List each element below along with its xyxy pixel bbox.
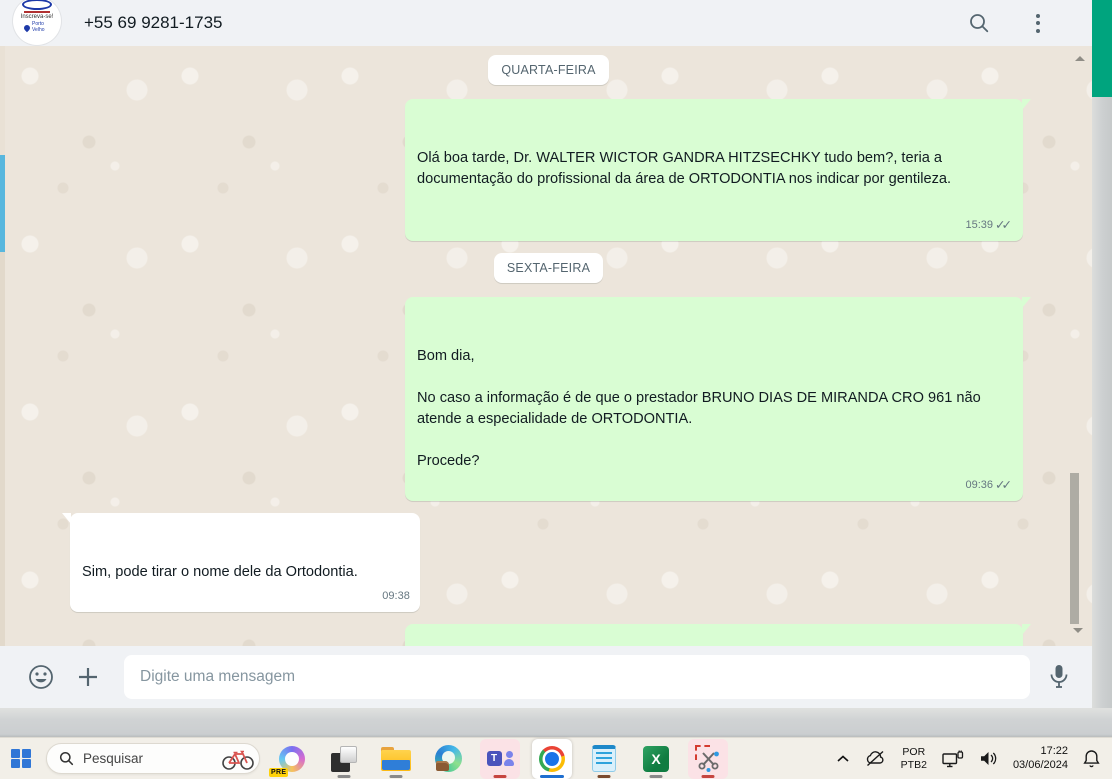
- tray-chevron-up-icon[interactable]: [836, 754, 850, 763]
- message-time: 09:36: [965, 479, 994, 491]
- left-edge-blue-segment: [0, 155, 5, 252]
- header-actions: [968, 12, 1092, 35]
- menu-kebab-icon[interactable]: [1030, 12, 1046, 35]
- bubble-tail: [1022, 624, 1031, 635]
- tray-time: 17:22: [1040, 745, 1068, 757]
- background-window-left-edge: [0, 46, 5, 646]
- search-highlight-bicycle-image[interactable]: [220, 747, 256, 771]
- emoji-icon[interactable]: [28, 664, 54, 690]
- search-icon: [59, 751, 74, 766]
- scrollbar-up-arrow[interactable]: [1075, 56, 1085, 61]
- bubble-tail: [1022, 99, 1031, 110]
- onedrive-paused-icon[interactable]: [865, 750, 886, 767]
- file-explorer-icon[interactable]: [376, 739, 416, 779]
- running-indicator: [597, 774, 611, 778]
- message-input[interactable]: [124, 655, 1030, 699]
- whatsapp-desktop-screen: Inscreva-se! Porto Velho +55 69 9281-173…: [0, 0, 1112, 779]
- background-window-green-edge: [1092, 0, 1112, 97]
- notepad-logo-icon: [592, 745, 616, 772]
- message-meta: 09:36 ✓✓: [966, 475, 1013, 496]
- language-line1: POR: [902, 746, 926, 758]
- attach-plus-icon[interactable]: [76, 665, 100, 689]
- language-indicator[interactable]: POR PTB2: [901, 746, 927, 771]
- avatar-location: Porto Velho: [22, 21, 50, 33]
- chrome-logo-icon: [539, 745, 565, 772]
- running-indicator: [337, 774, 351, 778]
- windows-taskbar: Pesquisar PRE T X POR PTB2 17:22 03/06/2…: [0, 737, 1112, 779]
- attention-indicator: [493, 774, 507, 778]
- language-line2: PTB2: [900, 758, 927, 771]
- message-meta: 09:38: [382, 586, 410, 607]
- message-time: 09:38: [382, 590, 410, 602]
- background-window-right-edge: [1090, 97, 1112, 708]
- avatar-caption: Inscreva-se!: [20, 14, 54, 20]
- excel-logo-icon: X: [643, 745, 669, 772]
- chat-message-area[interactable]: QUARTA-FEIRA Olá boa tarde, Dr. WALTER W…: [5, 46, 1092, 646]
- edge-logo-icon: [434, 745, 462, 772]
- microphone-icon[interactable]: [1048, 663, 1070, 691]
- start-button[interactable]: [4, 742, 38, 776]
- search-icon[interactable]: [968, 12, 990, 34]
- incoming-message-bubble[interactable]: Sim, pode tirar o nome dele da Ortodonti…: [62, 513, 420, 612]
- desktop-gap: [0, 708, 1112, 737]
- notifications-bell-icon[interactable]: [1083, 749, 1100, 768]
- message-composer-bar: [0, 646, 1092, 708]
- contact-phone-number[interactable]: +55 69 9281-1735: [84, 13, 223, 33]
- delivered-ticks-icon: ✓✓: [995, 218, 1012, 232]
- edge-browser-icon[interactable]: [428, 739, 468, 779]
- folder-icon: [381, 746, 411, 771]
- notepad-icon[interactable]: [584, 739, 624, 779]
- bubble-tail: [1022, 297, 1031, 308]
- contact-avatar[interactable]: Inscreva-se! Porto Velho: [13, 0, 61, 45]
- clock-and-date[interactable]: 17:22 03/06/2024: [1013, 745, 1068, 772]
- taskbar-app-icons: PRE T X: [269, 738, 728, 779]
- outgoing-message-bubble[interactable]: Bom dia, No caso a informação é de que o…: [405, 297, 1031, 501]
- location-pin-icon: [22, 23, 32, 32]
- message-time: 15:39: [965, 219, 994, 231]
- display-connect-icon[interactable]: [942, 750, 964, 768]
- scrollbar-thumb[interactable]: [1070, 473, 1079, 624]
- desktops-app-icon[interactable]: [324, 739, 364, 779]
- scrollbar-down-arrow[interactable]: [1073, 628, 1083, 633]
- avatar-logo-bar: [24, 11, 50, 13]
- attention-indicator: [701, 774, 715, 778]
- search-label: Pesquisar: [83, 751, 144, 766]
- excel-icon[interactable]: X: [636, 739, 676, 779]
- outgoing-message-bubble[interactable]: Poderia nos informar o motivo, haja vist…: [405, 624, 1031, 646]
- tray-date: 03/06/2024: [1012, 758, 1068, 771]
- teams-logo-icon: T: [486, 751, 514, 766]
- date-chip-friday: SEXTA-FEIRA: [493, 253, 604, 283]
- snipping-tool-icon[interactable]: [688, 738, 728, 779]
- chrome-icon[interactable]: [532, 738, 572, 779]
- running-indicator: [389, 774, 403, 778]
- scissors-icon: [694, 745, 722, 772]
- message-text: Bom dia, No caso a informação é de que o…: [417, 348, 981, 469]
- system-tray: POR PTB2 17:22 03/06/2024: [836, 745, 1112, 772]
- active-indicator: [540, 774, 564, 778]
- message-text: Olá boa tarde, Dr. WALTER WICTOR GANDRA …: [417, 150, 952, 187]
- delivered-ticks-icon: ✓✓: [995, 478, 1012, 492]
- outgoing-message-bubble[interactable]: Olá boa tarde, Dr. WALTER WICTOR GANDRA …: [405, 99, 1031, 241]
- message-meta: 15:39 ✓✓: [966, 215, 1013, 236]
- chat-header: Inscreva-se! Porto Velho +55 69 9281-173…: [0, 0, 1092, 46]
- avatar-logo-oval: [22, 0, 52, 10]
- overlapping-squares-icon: [331, 745, 357, 772]
- date-chip-wednesday: QUARTA-FEIRA: [488, 55, 609, 85]
- teams-icon[interactable]: T: [480, 738, 520, 779]
- copilot-icon[interactable]: PRE: [269, 739, 312, 779]
- volume-icon[interactable]: [979, 751, 998, 766]
- bubble-tail: [62, 513, 71, 524]
- message-text: Sim, pode tirar o nome dele da Ortodonti…: [82, 564, 358, 580]
- windows-logo-icon: [11, 748, 31, 769]
- taskbar-search-box[interactable]: Pesquisar: [46, 743, 260, 774]
- running-indicator: [649, 774, 663, 778]
- copilot-pre-badge: PRE: [269, 767, 289, 777]
- left-edge-dark-segment: [0, 252, 5, 646]
